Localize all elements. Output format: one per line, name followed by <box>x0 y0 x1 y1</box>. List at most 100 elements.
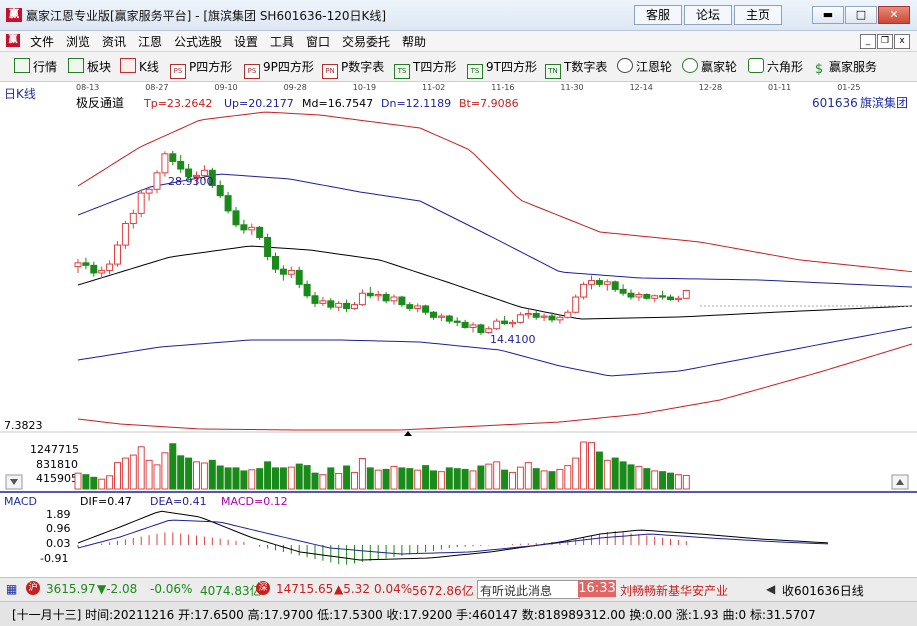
candle-body <box>74 262 82 268</box>
volume-bar <box>295 463 303 490</box>
app-menu-icon[interactable]: 赢 <box>6 34 20 47</box>
volume-bar <box>524 462 532 490</box>
volume-bar <box>398 467 406 490</box>
toolbar-kline-button[interactable]: K线 <box>120 58 159 75</box>
candle-body <box>169 153 177 162</box>
title-bar: 赢 赢家江恩专业版[赢家服务平台] - [旗滨集团 SH601636-120日K… <box>0 0 917 31</box>
high-price-label: 28.9300 <box>168 175 214 188</box>
wheel-icon <box>682 58 698 73</box>
toolbar-p-number-table-button[interactable]: PN P数字表 <box>322 58 384 79</box>
candle-body <box>477 324 485 334</box>
date-tick: 08-27 <box>145 83 168 92</box>
menu-news[interactable]: 资讯 <box>102 33 126 50</box>
customer-service-link[interactable]: 客服 <box>634 5 682 25</box>
volume-bar <box>177 455 185 490</box>
menu-file[interactable]: 文件 <box>30 33 54 50</box>
toolbar-label: T四方形 <box>413 60 457 74</box>
candle-body <box>682 289 690 299</box>
candle-body <box>177 160 185 170</box>
volume-bar <box>556 468 564 490</box>
candle-body <box>374 294 382 297</box>
menu-window[interactable]: 窗口 <box>306 33 330 50</box>
menu-help[interactable]: 帮助 <box>402 33 426 50</box>
candle-body <box>90 264 98 274</box>
date-tick: 01-25 <box>837 83 860 92</box>
dollar-icon: $ <box>814 62 824 77</box>
chart-area[interactable]: 日K线 08-13 08-27 09-10 09-28 10-19 11-02 11-16 1… <box>0 82 917 577</box>
candle-body <box>674 297 682 301</box>
volume-bar <box>193 461 200 490</box>
speaker-icon[interactable]: ◀ <box>766 582 775 596</box>
mdi-minimize-button[interactable]: _ <box>860 34 876 49</box>
indicator-name: 极反通道 <box>76 96 124 110</box>
home-link[interactable]: 主页 <box>734 5 782 25</box>
collect-label: 收601636日线 <box>782 584 864 598</box>
candle-body <box>232 210 240 226</box>
volume-bar <box>264 461 272 490</box>
toolbar-quotes-button[interactable]: 行情 <box>14 58 57 75</box>
candle-body <box>264 236 272 257</box>
news-time: 16:33 <box>578 580 616 597</box>
forum-link[interactable]: 论坛 <box>684 5 732 25</box>
date-tick: 09-10 <box>214 83 237 92</box>
candle-body <box>366 292 374 297</box>
candle-body <box>437 315 445 318</box>
blocks-icon <box>68 58 84 73</box>
menu-gann[interactable]: 江恩 <box>138 33 162 50</box>
toolbar-t-number-table-button[interactable]: TN T数字表 <box>545 58 607 79</box>
candle-body <box>216 185 224 197</box>
candle-body <box>619 288 627 294</box>
dif-value: DIF=0.47 <box>80 495 132 508</box>
candle-body <box>524 313 532 316</box>
volume-bar <box>667 472 674 490</box>
candle-body <box>532 313 540 318</box>
candle-body <box>430 311 437 318</box>
volume-bar <box>319 474 327 490</box>
calculator-icon[interactable]: ▦ <box>6 582 17 596</box>
candle-body <box>335 302 343 308</box>
volume-bar <box>216 465 224 490</box>
toolbar: 行情 板块 K线 PS P四方形 PS 9P四方形 PN P数字表 TS T四方形 TS… <box>0 52 917 82</box>
candle-body <box>358 292 366 306</box>
date-tick: 12-28 <box>699 83 722 92</box>
menu-formula-select[interactable]: 公式选股 <box>174 33 222 50</box>
toolbar-9p-square-button[interactable]: PS 9P四方形 <box>244 58 314 79</box>
candle-body <box>295 269 303 285</box>
volume-bar <box>414 469 422 490</box>
candle-body <box>161 153 169 174</box>
candle-body <box>548 315 556 321</box>
volume-bar <box>430 470 437 490</box>
toolbar-winner-wheel-button[interactable]: 赢家轮 <box>682 58 737 75</box>
volume-bar <box>185 457 193 490</box>
kline-chart[interactable]: 日K线 08-13 08-27 09-10 09-28 10-19 11-02 11-16 1… <box>0 82 917 577</box>
toolbar-9t-square-button[interactable]: TS 9T四方形 <box>467 58 537 79</box>
menu-browse[interactable]: 浏览 <box>66 33 90 50</box>
news-headline[interactable]: 刘畅畅新基华安产业 <box>620 582 728 599</box>
maximize-button[interactable]: □ <box>845 6 877 24</box>
ps-icon: PS <box>244 64 260 79</box>
close-button[interactable]: ✕ <box>878 6 910 24</box>
toolbar-t-square-button[interactable]: TS T四方形 <box>394 58 457 79</box>
toolbar-gann-wheel-button[interactable]: 江恩轮 <box>617 58 672 75</box>
news-ticker[interactable]: 有听说此消息 <box>477 580 580 599</box>
candle-body <box>595 280 603 285</box>
toolbar-hexagon-button[interactable]: 六角形 <box>748 58 803 75</box>
candle-body <box>603 281 611 285</box>
mdi-close-button[interactable]: x <box>894 34 910 49</box>
menu-tools[interactable]: 工具 <box>270 33 294 50</box>
grid-icon <box>14 58 30 73</box>
ts-icon: TS <box>467 64 483 79</box>
volume-axis-label: 1247715 <box>30 443 79 456</box>
toolbar-blocks-button[interactable]: 板块 <box>68 58 111 75</box>
menu-settings[interactable]: 设置 <box>234 33 258 50</box>
volume-bar <box>445 467 453 490</box>
toolbar-winner-service-button[interactable]: $ 赢家服务 <box>812 58 877 77</box>
minimize-button[interactable]: ▬ <box>812 6 844 24</box>
toolbar-label: P四方形 <box>189 60 233 74</box>
toolbar-p-square-button[interactable]: PS P四方形 <box>170 58 233 79</box>
menu-trade[interactable]: 交易委托 <box>342 33 390 50</box>
volume-bar <box>627 464 635 490</box>
candle-body <box>651 295 659 299</box>
mdi-restore-button[interactable]: ❐ <box>877 34 893 49</box>
volume-bar <box>682 474 690 490</box>
